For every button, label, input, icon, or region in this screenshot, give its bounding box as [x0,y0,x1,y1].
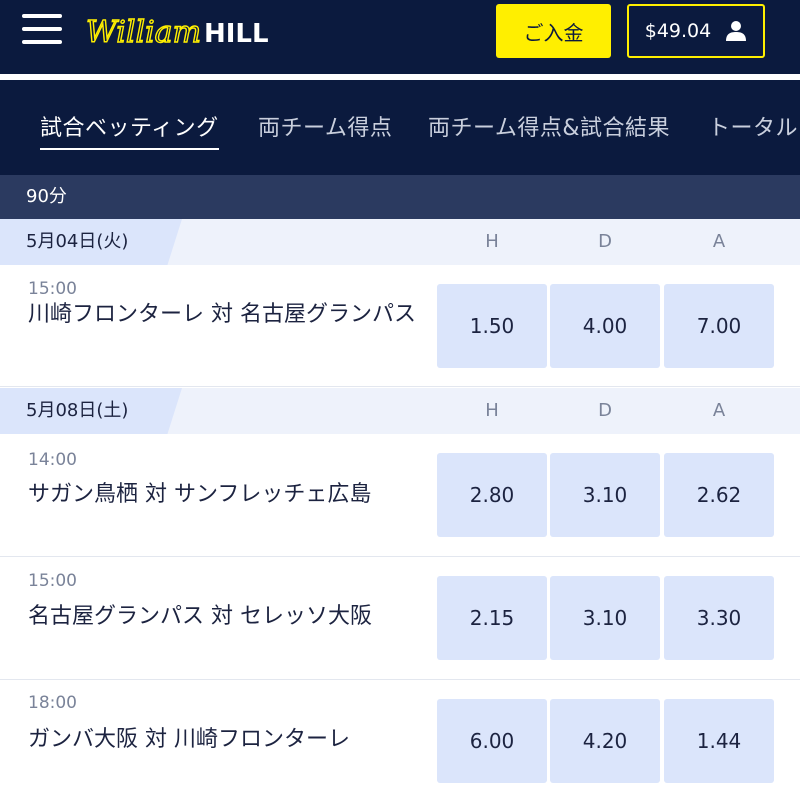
svg-text:William: William [86,15,201,50]
match-time: 15:00 [28,571,77,591]
match-name: 名古屋グランパス 対 セレッソ大阪 [28,604,372,629]
tab-total[interactable]: トータル [708,110,798,142]
odds-away-button[interactable]: 2.62 [664,453,774,537]
app-header: William HILL ご入金 $49.04 [0,0,800,74]
column-header-away: A [712,231,726,252]
hamburger-menu-icon[interactable] [22,12,64,46]
tab-btts-and-result[interactable]: 両チーム得点&試合結果 [428,110,670,142]
user-icon [726,21,747,41]
match-name: 川崎フロンターレ 対 名古屋グランパス [28,302,416,327]
odds-home-button[interactable]: 2.80 [437,453,547,537]
date-label: 5月08日(土) [0,388,182,434]
odds-away-button[interactable]: 1.44 [664,699,774,783]
match-row[interactable]: 14:00 サガン鳥栖 対 サンフレッチェ広島 2.80 3.10 2.62 [0,434,800,557]
william-hill-logo[interactable]: William HILL [86,10,276,54]
odds-draw-button[interactable]: 4.00 [550,284,660,368]
match-row[interactable]: 15:00 名古屋グランパス 対 セレッソ大阪 2.15 3.10 3.30 [0,557,800,680]
market-tabs: 試合ベッティング 両チーム得点 両チーム得点&試合結果 トータル [0,80,800,175]
odds-home-button[interactable]: 1.50 [437,284,547,368]
odds-draw-button[interactable]: 3.10 [550,453,660,537]
match-name: サガン鳥栖 対 サンフレッチェ広島 [28,482,372,507]
odds-draw-button[interactable]: 3.10 [550,576,660,660]
date-header-row: 5月04日(火) H D A [0,219,800,265]
match-time: 15:00 [28,279,77,299]
date-label: 5月04日(火) [0,219,182,265]
account-balance-button[interactable]: $49.04 [627,4,765,58]
odds-home-button[interactable]: 2.15 [437,576,547,660]
balance-amount: $49.04 [644,20,712,42]
column-header-home: H [485,400,499,421]
match-name: ガンバ大阪 対 川崎フロンターレ [28,727,350,752]
tab-both-teams-score[interactable]: 両チーム得点 [258,110,392,142]
column-header-draw: D [598,231,612,252]
odds-away-button[interactable]: 7.00 [664,284,774,368]
deposit-button[interactable]: ご入金 [496,4,611,58]
match-time: 18:00 [28,693,77,713]
column-header-away: A [712,400,726,421]
date-header-row: 5月08日(土) H D A [0,388,800,434]
column-header-draw: D [598,400,612,421]
svg-text:HILL: HILL [204,19,269,49]
match-row[interactable]: 18:00 ガンバ大阪 対 川崎フロンターレ 6.00 4.20 1.44 [0,680,800,793]
odds-home-button[interactable]: 6.00 [437,699,547,783]
odds-draw-button[interactable]: 4.20 [550,699,660,783]
column-header-home: H [485,231,499,252]
tab-match-betting[interactable]: 試合ベッティング [40,110,219,150]
match-time: 14:00 [28,450,77,470]
match-row[interactable]: 15:00 川崎フロンターレ 対 名古屋グランパス 1.50 4.00 7.00 [0,265,800,387]
section-title: 90分 [0,175,800,219]
odds-away-button[interactable]: 3.30 [664,576,774,660]
